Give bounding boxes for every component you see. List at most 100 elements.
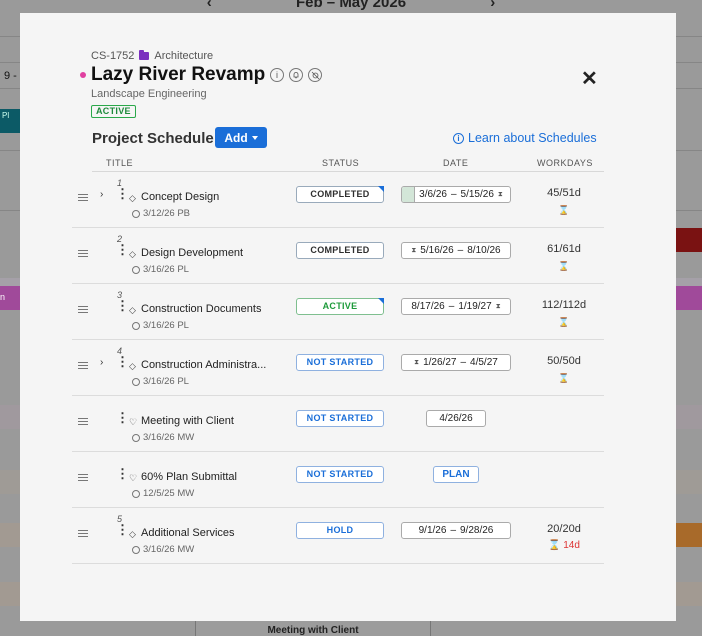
history-icon	[132, 377, 140, 386]
end-date: 8/10/26	[467, 245, 501, 256]
project-category[interactable]: Architecture	[154, 50, 213, 62]
info-icon[interactable]: i	[270, 68, 284, 82]
no-sync-icon[interactable]	[308, 68, 322, 82]
status-button[interactable]: ACTIVE	[296, 298, 384, 315]
row-title[interactable]: Construction Administra...	[141, 359, 266, 371]
drag-handle-icon[interactable]	[78, 362, 88, 371]
link-icon: ⧗	[497, 190, 503, 198]
status-label: ACTIVE	[322, 301, 358, 311]
workdays-value: 50/50d	[547, 355, 581, 367]
kebab-menu-icon[interactable]: ⋮	[116, 243, 129, 256]
date-range-input[interactable]: 9/1/26–9/28/26	[401, 522, 511, 539]
workdays-value: 61/61d	[547, 243, 581, 255]
column-header-title: TITLE	[106, 158, 134, 168]
date-input[interactable]: 4/26/26	[426, 410, 486, 427]
table-row[interactable]: 5 ⋮ ◇ Additional Services 3/16/26 MW HOL…	[72, 508, 604, 564]
row-title[interactable]: Concept Design	[141, 191, 219, 203]
status-button[interactable]: COMPLETED	[296, 186, 384, 203]
calendar-event-red[interactable]	[676, 228, 702, 252]
project-title: Lazy River Revamp	[91, 64, 266, 85]
status-button[interactable]: NOT STARTED	[296, 354, 384, 371]
kebab-menu-icon[interactable]: ⋮	[116, 187, 129, 200]
row-meta-text: 12/5/25 MW	[143, 488, 195, 499]
row-meta-text: 3/16/26 MW	[143, 544, 195, 555]
chevron-right-icon[interactable]: ›	[100, 189, 103, 200]
calendar-title: Feb – May 2026	[295, 0, 407, 11]
row-title[interactable]: 60% Plan Submittal	[141, 471, 237, 483]
status-button[interactable]: NOT STARTED	[296, 466, 384, 483]
date-range-input[interactable]: ⧗ 1/26/27–4/5/27	[401, 354, 511, 371]
kebab-menu-icon[interactable]: ⋮	[116, 467, 129, 480]
table-row[interactable]: ⋮ ♡ Meeting with Client 3/16/26 MW NOT S…	[72, 396, 604, 452]
phase-icon: ◇	[129, 193, 136, 203]
column-header-status: STATUS	[322, 158, 360, 168]
table-row[interactable]: 3 ⋮ ◇ Construction Documents 3/16/26 PL …	[72, 284, 604, 340]
hourglass-icon: ⌛	[558, 261, 570, 271]
status-label: COMPLETED	[310, 245, 370, 255]
drag-handle-icon[interactable]	[78, 418, 88, 427]
prev-arrow-icon[interactable]: ‹	[207, 0, 212, 11]
row-title[interactable]: Construction Documents	[141, 303, 261, 315]
calendar-event-chip[interactable]: Pl	[0, 109, 20, 133]
drag-handle-icon[interactable]	[78, 474, 88, 483]
kebab-menu-icon[interactable]: ⋮	[116, 523, 129, 536]
row-meta: 3/16/26 PL	[132, 264, 189, 275]
add-button[interactable]: Add	[215, 127, 267, 148]
end-date: 5/15/26	[460, 189, 494, 200]
next-arrow-icon[interactable]: ›	[490, 0, 495, 11]
history-icon	[132, 545, 140, 554]
kebab-menu-icon[interactable]: ⋮	[116, 355, 129, 368]
row-meta: 12/5/25 MW	[132, 488, 194, 499]
status-label: HOLD	[326, 525, 354, 535]
status-label: NOT STARTED	[306, 413, 374, 423]
row-title[interactable]: Meeting with Client	[141, 415, 234, 427]
row-title[interactable]: Design Development	[141, 247, 243, 259]
history-icon	[132, 265, 140, 274]
table-row[interactable]: 1 › ⋮ ◇ Concept Design 3/12/26 PB COMPLE…	[72, 172, 604, 228]
chevron-right-icon[interactable]: ›	[100, 357, 103, 368]
milestone-icon: ♡	[129, 473, 138, 483]
hourglass-icon: ⌛	[548, 540, 561, 551]
calendar-event-pink[interactable]: n	[0, 286, 20, 310]
start-date: 5/16/26	[420, 245, 454, 256]
close-button[interactable]: ✕	[581, 66, 598, 91]
row-title[interactable]: Additional Services	[141, 527, 235, 539]
workdays-value: 45/51d	[547, 187, 581, 199]
learn-schedules-link[interactable]: i Learn about Schedules	[453, 131, 597, 145]
status-label: NOT STARTED	[306, 469, 374, 479]
calendar-bottom-event[interactable]: Meeting with Client	[195, 620, 431, 636]
phase-icon: ◇	[129, 305, 136, 315]
row-meta-text: 3/16/26 PL	[143, 376, 189, 387]
calendar-event-orange[interactable]	[676, 523, 702, 547]
date-range-input[interactable]: 3/6/26–5/15/26 ⧗	[401, 186, 511, 203]
plan-button[interactable]: PLAN	[433, 466, 479, 483]
calendar-event-pink-right[interactable]	[676, 286, 702, 310]
project-meta: CS-1752 Architecture	[91, 50, 213, 62]
drag-handle-icon[interactable]	[78, 194, 88, 203]
start-date: 8/17/26	[411, 301, 445, 312]
drag-handle-icon[interactable]	[78, 306, 88, 315]
history-icon	[132, 209, 140, 218]
status-button[interactable]: HOLD	[296, 522, 384, 539]
table-row[interactable]: 2 ⋮ ◇ Design Development 3/16/26 PL COMP…	[72, 228, 604, 284]
hourglass-icon: ⌛	[558, 373, 570, 383]
drag-handle-icon[interactable]	[78, 530, 88, 539]
kebab-menu-icon[interactable]: ⋮	[116, 299, 129, 312]
row-meta-text: 3/12/26 PB	[143, 208, 191, 219]
end-date: 1/19/27	[458, 301, 492, 312]
status-button[interactable]: NOT STARTED	[296, 410, 384, 427]
table-row[interactable]: 4 › ⋮ ◇ Construction Administra... 3/16/…	[72, 340, 604, 396]
status-button[interactable]: COMPLETED	[296, 242, 384, 259]
date-separator: –	[448, 301, 455, 312]
table-row[interactable]: ⋮ ♡ 60% Plan Submittal 12/5/25 MW NOT ST…	[72, 452, 604, 508]
project-subtitle: Landscape Engineering	[91, 88, 207, 100]
row-meta-text: 3/16/26 PL	[143, 264, 189, 275]
bell-icon[interactable]	[289, 68, 303, 82]
status-label: NOT STARTED	[306, 357, 374, 367]
date-range-input[interactable]: 8/17/26–1/19/27 ⧗	[401, 298, 511, 315]
date-range-input[interactable]: ⧗ 5/16/26–8/10/26	[401, 242, 511, 259]
drag-handle-icon[interactable]	[78, 250, 88, 259]
history-icon	[132, 433, 140, 442]
chip-label: Pl	[2, 111, 10, 120]
kebab-menu-icon[interactable]: ⋮	[116, 411, 129, 424]
